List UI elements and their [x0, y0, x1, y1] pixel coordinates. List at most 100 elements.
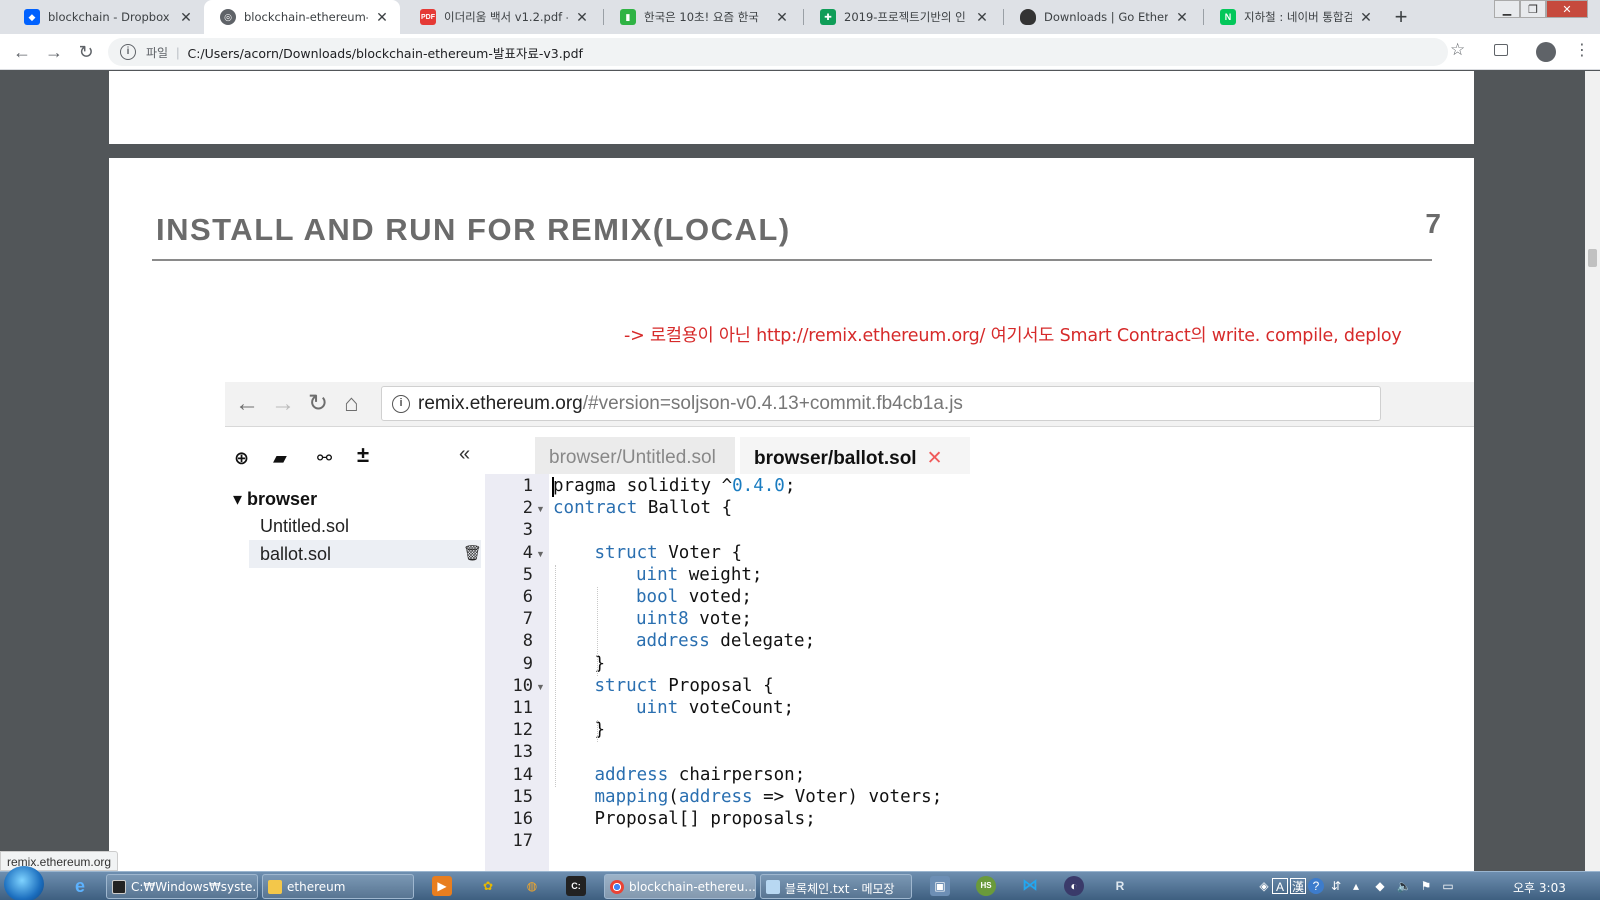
taskbar-item-cmd[interactable]: C:₩Windows₩syste... [106, 874, 258, 899]
code-text: Proposal { [657, 675, 774, 696]
code-text: voteCount; [678, 698, 795, 718]
close-icon[interactable]: ✕ [774, 9, 790, 26]
tab-project-sheet[interactable]: ✚ 2019-프로젝트기반의 인 ✕ [804, 0, 1000, 34]
firefox-icon[interactable]: ◍ [522, 876, 542, 896]
scrollbar-thumb[interactable] [1588, 249, 1597, 267]
code-keyword: struct [594, 675, 658, 696]
bookmark-star-icon[interactable]: ☆ [1450, 40, 1465, 60]
folder-icon [268, 880, 282, 894]
close-icon[interactable]: ✕ [374, 9, 390, 26]
code-text: voted; [678, 587, 752, 607]
editor-tab-label: browser/ballot.sol [754, 448, 917, 469]
info-icon[interactable]: i [120, 44, 136, 60]
geth-icon [1020, 9, 1036, 25]
menu-dots-icon[interactable]: ⋮ [1574, 40, 1590, 60]
address-bar[interactable]: i 파일 | C:/Users/acorn/Downloads/blockcha… [108, 38, 1448, 66]
dropbox-tray-icon[interactable]: ◆ [1372, 878, 1388, 894]
close-icon[interactable]: ✕ [574, 9, 590, 26]
line-number: 11 [512, 698, 533, 718]
code-line: contract Ballot { [553, 498, 732, 518]
show-hidden-icons-icon[interactable]: ▴ [1348, 878, 1364, 894]
app-icon[interactable]: ✿ [478, 876, 498, 896]
tab-ethereum-whitepaper[interactable]: PDF 이더리움 백서 v1.2.pdf - ✕ [404, 0, 600, 34]
tab-title: Downloads | Go Ethereu [1044, 10, 1168, 24]
home-icon: ⌂ [344, 390, 359, 417]
minimize-button[interactable]: ▁ [1494, 0, 1520, 18]
code-keyword: address [678, 786, 753, 807]
back-arrow-icon: ← [235, 390, 259, 417]
pdf-page: INSTALL AND RUN FOR REMIX(LOCAL) 7 -> 로컬… [109, 158, 1474, 871]
profile-avatar[interactable] [1536, 42, 1556, 62]
tab-geth-downloads[interactable]: Downloads | Go Ethereu ✕ [1004, 0, 1200, 34]
code-line: address delegate; [636, 631, 815, 651]
open-folder-icon: ▰ [273, 448, 287, 468]
code-text: pragma solidity ^ [553, 476, 733, 496]
ime-options-icon[interactable]: ⇵ [1328, 878, 1344, 894]
code-text: Voter { [657, 542, 743, 563]
display-tray-icon[interactable]: ▭ [1440, 878, 1456, 894]
close-icon[interactable]: ✕ [974, 9, 990, 26]
tree-folder-browser: ▾ browser [233, 489, 318, 509]
help-icon[interactable]: ? [1308, 878, 1324, 894]
hs-icon[interactable]: HS [976, 876, 996, 896]
taskbar-item-notepad[interactable]: 블록체인.txt - 메모장 [760, 874, 912, 899]
windows-taskbar: e C:₩Windows₩syste... ethereum ▶ ✿ ◍ C: … [0, 866, 1600, 900]
notepad-icon [766, 880, 780, 894]
tab-title: blockchain - Dropbox [48, 10, 170, 24]
ime-hanja-icon[interactable]: 漢 [1290, 878, 1306, 894]
eclipse-icon[interactable]: ◐ [1064, 876, 1084, 896]
tab-naver-search[interactable]: N 지하철 : 네이버 통합검색 ✕ [1204, 0, 1384, 34]
start-button[interactable] [4, 866, 44, 900]
vscode-icon[interactable]: ⋈ [1020, 876, 1040, 896]
maximize-button[interactable]: ❐ [1520, 0, 1546, 18]
back-button[interactable]: ← [10, 40, 34, 64]
tab-dropbox[interactable]: ◆ blockchain - Dropbox ✕ [8, 0, 204, 34]
close-window-button[interactable]: ✕ [1546, 0, 1588, 18]
r-icon[interactable]: R [1110, 876, 1130, 896]
display-icon[interactable]: ▣ [930, 876, 950, 896]
page-scrollbar[interactable] [1585, 71, 1600, 871]
taskbar-item-label: ethereum [287, 880, 346, 894]
trash-icon: 🗑 [463, 545, 483, 562]
file-scheme-label: 파일 [146, 45, 169, 60]
media-player-icon[interactable]: ▶ [432, 876, 452, 896]
title-divider [152, 259, 1432, 261]
console-icon[interactable]: C: [566, 876, 586, 896]
new-tab-button[interactable]: + [1388, 4, 1414, 30]
taskbar-item-label: C:₩Windows₩syste... [131, 880, 258, 894]
taskbar-item-folder[interactable]: ethereum [262, 874, 414, 899]
pdf-viewer[interactable]: INSTALL AND RUN FOR REMIX(LOCAL) 7 -> 로컬… [0, 71, 1600, 871]
address-url[interactable]: C:/Users/acorn/Downloads/blockchain-ethe… [187, 43, 582, 62]
cast-icon[interactable] [1494, 44, 1508, 56]
code-text: ( [668, 786, 679, 807]
code-text: weight; [678, 564, 763, 585]
code-line: struct Proposal { [595, 676, 774, 696]
tab-korea-article[interactable]: ▮ 한국은 10초! 요즘 한국 ✕ [604, 0, 800, 34]
taskbar-item-label: blockchain-ethereu... [629, 880, 756, 894]
ime-a-icon[interactable]: A [1272, 878, 1288, 894]
close-icon[interactable]: ✕ [1358, 9, 1374, 26]
close-icon[interactable]: ✕ [178, 9, 194, 26]
code-number: 0.4.0 [732, 476, 785, 496]
editor-tab-label: browser/Untitled.sol [549, 447, 716, 468]
forward-button[interactable]: → [42, 40, 66, 64]
taskbar-clock[interactable]: 오후 3:03 [1513, 879, 1566, 896]
reload-button[interactable]: ↻ [74, 40, 98, 64]
code-line: uint8 vote; [636, 609, 752, 629]
tab-blockchain-pdf[interactable]: ◎ blockchain-ethereum-발표 ✕ [204, 0, 400, 34]
code-line: pragma solidity ^0.4.0; [553, 476, 795, 496]
tab-title: blockchain-ethereum-발표 [244, 10, 368, 24]
taskbar-item-label: 블록체인.txt - 메모장 [785, 882, 895, 896]
close-icon[interactable]: ✕ [1174, 9, 1190, 26]
taskbar-item-chrome[interactable]: blockchain-ethereu... [604, 874, 756, 899]
pdf-icon: PDF [420, 9, 436, 25]
ie-icon[interactable]: e [70, 876, 90, 896]
network-icon[interactable]: ◈ [1256, 878, 1272, 894]
flag-icon[interactable]: ⚑ [1418, 878, 1434, 894]
screenshot-browser-bar: ← → ↻ ⌂ i remix.ethereum.org /#version=s… [225, 382, 1474, 427]
editor-tab-untitled: browser/Untitled.sol [535, 437, 735, 475]
collapse-panel-icon: « [459, 443, 471, 465]
slide-title: INSTALL AND RUN FOR REMIX(LOCAL) [156, 212, 791, 247]
add-file-icon: ⊕ [234, 448, 250, 468]
volume-icon[interactable]: 🔈 [1396, 878, 1412, 894]
